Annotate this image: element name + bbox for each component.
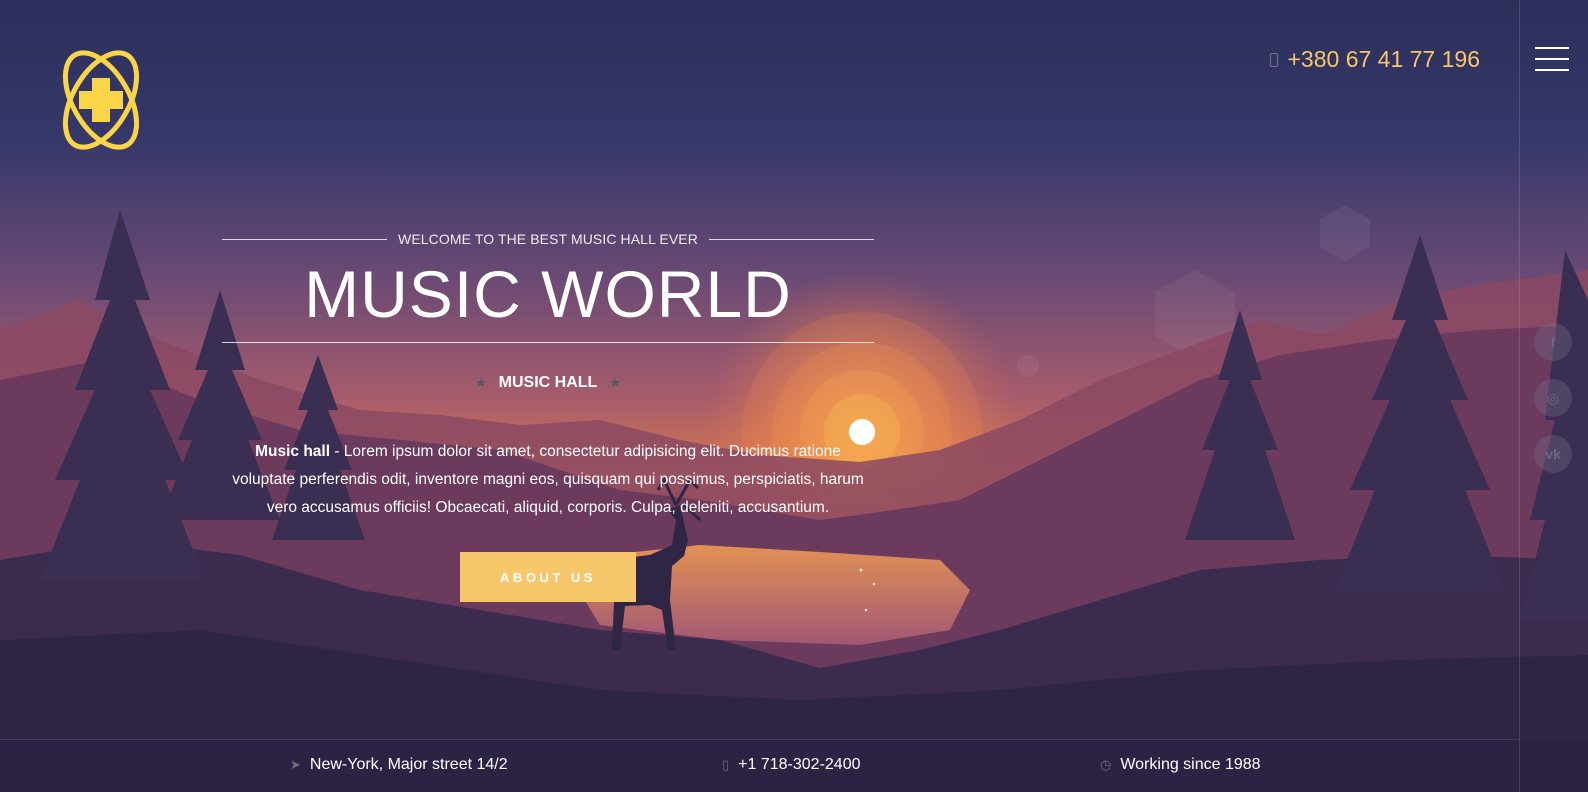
footer-divider xyxy=(0,739,1519,740)
star-icon: ★ xyxy=(609,375,621,390)
footer-phone-text[interactable]: +1 718-302-2400 xyxy=(738,756,860,774)
hamburger-line xyxy=(1535,69,1569,71)
about-us-button[interactable]: ABOUT US xyxy=(460,552,636,602)
logo-icon[interactable] xyxy=(44,38,158,162)
footer-address: ➤ New-York, Major street 14/2 xyxy=(290,756,508,774)
landscape-background xyxy=(0,0,1588,792)
divider-line xyxy=(222,238,388,240)
welcome-line: WELCOME TO THE BEST MUSIC HALL EVER xyxy=(222,231,874,247)
header-phone-number[interactable]: +380 67 41 77 196 xyxy=(1288,46,1481,73)
instagram-icon[interactable]: ◎ xyxy=(1534,379,1572,417)
page-title: MUSIC WORLD xyxy=(304,257,792,331)
star-icon: ★ xyxy=(475,375,487,390)
subtitle: ★ MUSIC HALL ★ xyxy=(222,374,874,392)
title-divider xyxy=(222,342,874,343)
address-text: New-York, Major street 14/2 xyxy=(309,756,508,773)
clock-icon: ◷ xyxy=(1100,757,1112,772)
welcome-text: WELCOME TO THE BEST MUSIC HALL EVER xyxy=(398,231,698,247)
hero-description: Music hall - Lorem ipsum dolor sit amet,… xyxy=(222,438,874,522)
description-bold: Music hall xyxy=(255,443,331,460)
mobile-phone-icon: ▯ xyxy=(722,757,730,772)
menu-toggle-button[interactable] xyxy=(1535,47,1569,71)
footer-working: ◷ Working since 1988 xyxy=(1100,756,1261,774)
vk-icon[interactable]: vk xyxy=(1534,435,1572,473)
location-arrow-icon: ➤ xyxy=(290,757,301,772)
mobile-phone-icon xyxy=(1269,52,1278,67)
subtitle-text: MUSIC HALL xyxy=(498,374,598,391)
hero-section: +380 67 41 77 196 f ◎ vk WELCOME TO THE … xyxy=(0,0,1588,792)
header-phone[interactable]: +380 67 41 77 196 xyxy=(1269,46,1481,73)
footer-phone[interactable]: ▯ +1 718-302-2400 xyxy=(722,756,860,774)
sidebar-divider xyxy=(1519,0,1520,792)
divider-line xyxy=(708,238,874,240)
working-text: Working since 1988 xyxy=(1120,756,1261,773)
hamburger-line xyxy=(1535,47,1569,49)
hamburger-line xyxy=(1535,58,1569,60)
facebook-icon[interactable]: f xyxy=(1534,323,1572,361)
